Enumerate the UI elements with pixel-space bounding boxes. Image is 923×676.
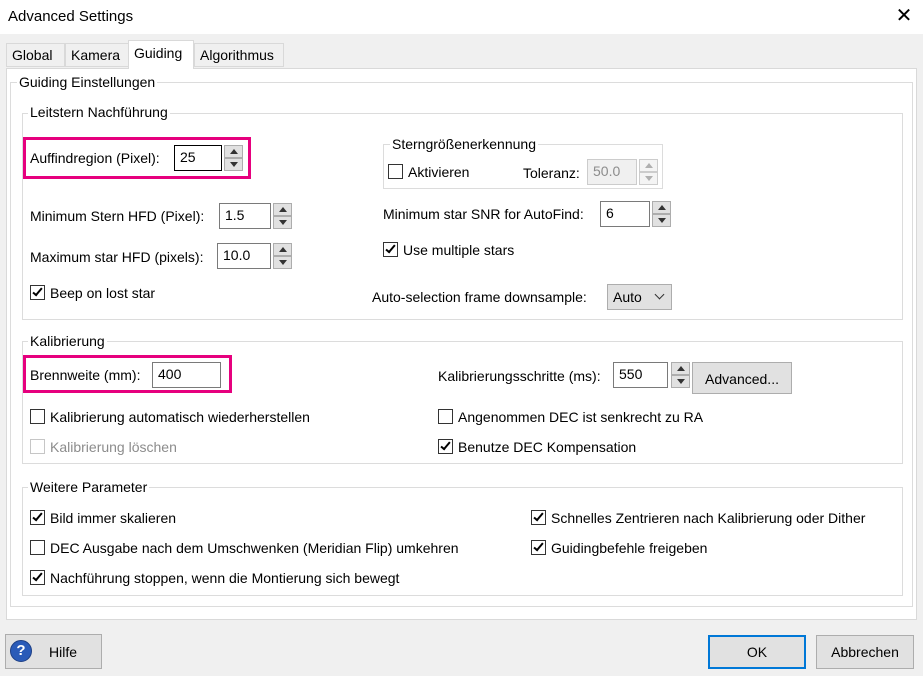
focal-length-input[interactable]: 400 <box>152 362 221 388</box>
max-hfd-label: Maximum star HFD (pixels): <box>30 249 204 265</box>
decrement-arrow-icon[interactable] <box>273 216 292 229</box>
min-hfd-stepper[interactable] <box>273 203 292 229</box>
decrement-arrow-icon <box>639 172 658 185</box>
star-mass-enable-checkbox[interactable] <box>388 164 403 179</box>
multi-star-checkbox[interactable] <box>383 242 398 257</box>
min-snr-input[interactable]: 6 <box>600 201 650 227</box>
tolerance-input: 50.0 <box>587 159 637 185</box>
reverse-dec-checkbox[interactable] <box>30 540 45 555</box>
beep-checkbox[interactable] <box>30 285 45 300</box>
dec-compensation-label: Benutze DEC Kompensation <box>458 439 637 455</box>
increment-arrow-icon[interactable] <box>652 201 671 214</box>
tolerance-stepper <box>639 159 658 185</box>
assume-orthogonal-checkbox[interactable] <box>438 409 453 424</box>
focal-length-label: Brennweite (mm): <box>30 367 141 383</box>
increment-arrow-icon[interactable] <box>273 203 292 216</box>
min-snr-label: Minimum star SNR for AutoFind: <box>383 206 584 222</box>
leitstern-title: Leitstern Nachführung <box>28 104 170 120</box>
assume-orthogonal-label: Angenommen DEC ist senkrecht zu RA <box>458 409 704 425</box>
clear-calibration-label: Kalibrierung löschen <box>50 439 177 455</box>
search-region-input[interactable]: 25 <box>174 145 222 171</box>
tab-algorithmus[interactable]: Algorithmus <box>194 43 284 67</box>
beep-label: Beep on lost star <box>50 285 156 301</box>
downsample-dropdown[interactable]: Auto <box>607 284 672 310</box>
tab-kamera[interactable]: Kamera <box>65 43 129 67</box>
increment-arrow-icon[interactable] <box>273 243 292 256</box>
max-hfd-stepper[interactable] <box>273 243 292 269</box>
min-snr-stepper[interactable] <box>652 201 671 227</box>
stop-guiding-label: Nachführung stoppen, wenn die Montierung… <box>50 570 400 586</box>
advanced-button[interactable]: Advanced... <box>692 362 792 394</box>
kalibrierung-title: Kalibrierung <box>28 333 107 349</box>
search-region-stepper[interactable] <box>224 145 243 171</box>
downsample-value: Auto <box>613 289 642 305</box>
stop-guiding-checkbox[interactable] <box>30 570 45 585</box>
fast-recenter-checkbox[interactable] <box>531 510 546 525</box>
decrement-arrow-icon[interactable] <box>273 256 292 269</box>
calibration-step-label: Kalibrierungsschritte (ms): <box>438 368 601 384</box>
tab-guiding[interactable]: Guiding <box>128 40 194 69</box>
search-region-label: Auffindregion (Pixel): <box>30 150 160 166</box>
increment-arrow-icon <box>639 159 658 172</box>
help-button[interactable]: ? Hilfe <box>5 634 102 669</box>
increment-arrow-icon[interactable] <box>671 362 690 375</box>
auto-restore-checkbox[interactable] <box>30 409 45 424</box>
scale-image-label: Bild immer skalieren <box>50 510 177 526</box>
guiding-settings-title: Guiding Einstellungen <box>17 74 158 90</box>
close-icon[interactable]: ✕ <box>893 4 915 28</box>
star-mass-enable-label: Aktivieren <box>408 164 470 180</box>
enable-guide-checkbox[interactable] <box>531 540 546 555</box>
clear-calibration-checkbox <box>30 439 45 454</box>
decrement-arrow-icon[interactable] <box>224 158 243 171</box>
chevron-down-icon <box>654 289 665 300</box>
fast-recenter-label: Schnelles Zentrieren nach Kalibrierung o… <box>551 510 866 526</box>
tolerance-label: Toleranz: <box>523 165 580 181</box>
dec-compensation-checkbox[interactable] <box>438 439 453 454</box>
auto-restore-label: Kalibrierung automatisch wiederherstelle… <box>50 409 310 425</box>
reverse-dec-label: DEC Ausgabe nach dem Umschwenken (Meridi… <box>50 540 459 556</box>
increment-arrow-icon[interactable] <box>224 145 243 158</box>
min-hfd-input[interactable]: 1.5 <box>219 203 271 229</box>
title-bar <box>0 0 923 34</box>
ok-button[interactable]: OK <box>708 635 806 669</box>
calibration-step-stepper[interactable] <box>671 362 690 388</box>
decrement-arrow-icon[interactable] <box>652 214 671 227</box>
enable-guide-label: Guidingbefehle freigeben <box>551 540 708 556</box>
help-label: Hilfe <box>49 644 78 660</box>
decrement-arrow-icon[interactable] <box>671 375 690 388</box>
help-icon: ? <box>10 640 32 662</box>
multi-star-label: Use multiple stars <box>403 242 515 258</box>
tab-global[interactable]: Global <box>6 43 65 67</box>
downsample-label: Auto-selection frame downsample: <box>372 289 587 305</box>
star-mass-title: Sterngrößenerkennung <box>390 136 538 152</box>
calibration-step-input[interactable]: 550 <box>613 362 668 388</box>
max-hfd-input[interactable]: 10.0 <box>217 243 271 269</box>
scale-image-checkbox[interactable] <box>30 510 45 525</box>
window-title: Advanced Settings <box>8 8 134 25</box>
min-hfd-label: Minimum Stern HFD (Pixel): <box>30 208 205 224</box>
cancel-button[interactable]: Abbrechen <box>816 635 914 669</box>
weitere-title: Weitere Parameter <box>28 479 150 495</box>
